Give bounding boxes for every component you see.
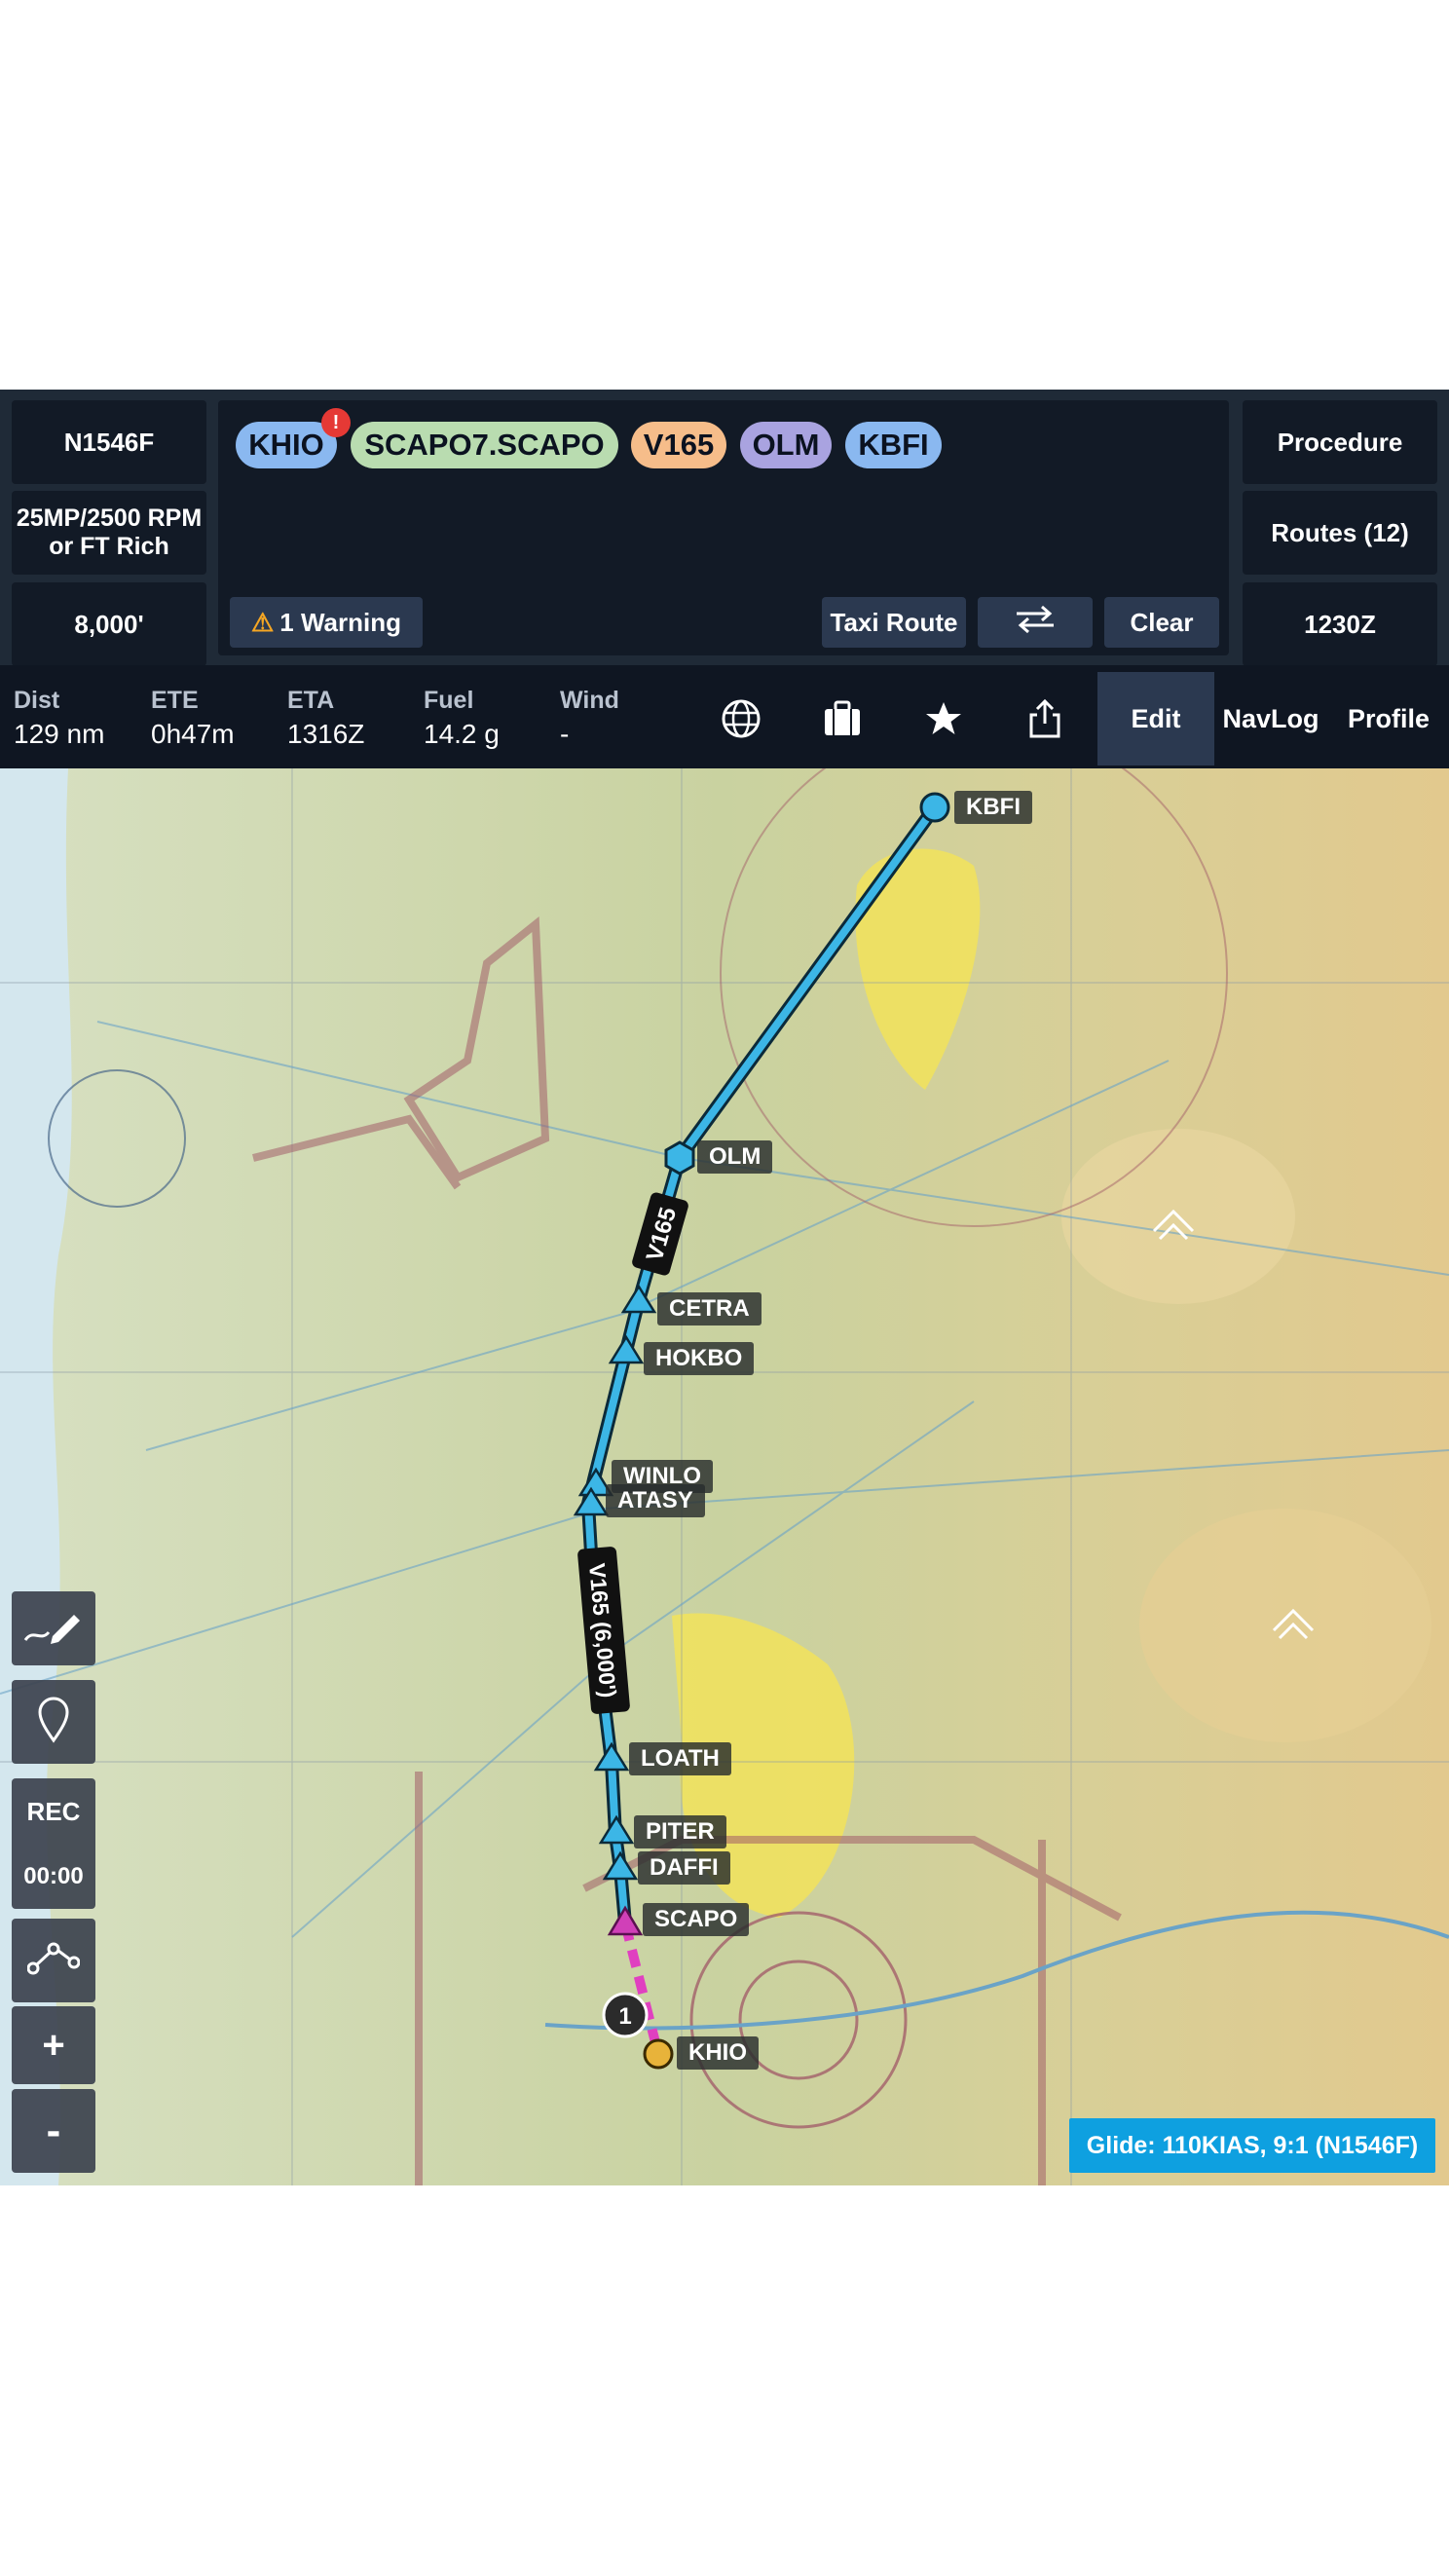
alert-badge: ! <box>321 408 351 437</box>
record-button[interactable]: REC 00:00 <box>12 1778 95 1909</box>
waypoint-label-atasy[interactable]: ATASY <box>606 1484 705 1517</box>
stat-value: 0h47m <box>151 719 235 749</box>
tab-profile[interactable]: Profile <box>1334 672 1443 765</box>
routes-label: Routes (12) <box>1271 517 1409 547</box>
stat-label: Fuel <box>424 687 474 714</box>
star-icon[interactable] <box>916 691 971 746</box>
aircraft-button[interactable]: N1546F <box>12 400 206 484</box>
stat-label: Dist <box>14 687 60 714</box>
route-item-kbfi[interactable]: KBFI <box>845 422 942 468</box>
routes-button[interactable]: Routes (12) <box>1243 491 1437 575</box>
zoom-in-label: + <box>42 2023 65 2067</box>
stat-dist: Dist 129 nm <box>14 687 104 750</box>
briefcase-icon[interactable] <box>815 691 870 746</box>
record-timer: 00:00 <box>23 1863 84 1890</box>
departure-time-label: 1230Z <box>1304 609 1376 639</box>
stat-label: ETA <box>287 687 335 714</box>
zoom-in-button[interactable]: + <box>12 2006 95 2084</box>
waypoint-label-scapo[interactable]: SCAPO <box>643 1903 750 1936</box>
altitude-button[interactable]: 8,000' <box>12 582 206 666</box>
waypoint-label-daffi[interactable]: DAFFI <box>638 1851 730 1885</box>
record-label: REC <box>26 1796 81 1826</box>
route-item-v165[interactable]: V165 <box>631 422 726 468</box>
power-setting-button[interactable]: 25MP/2500 RPM or FT Rich <box>12 491 206 575</box>
stat-value: 1316Z <box>287 719 365 749</box>
globe-icon[interactable] <box>714 691 768 746</box>
airport-symbol-khio <box>643 2038 674 2070</box>
map-canvas: V165 V165 (6,000') 1 <box>0 768 1449 2185</box>
pin-tool-button[interactable] <box>12 1680 95 1764</box>
waypoint-label-cetra[interactable]: CETRA <box>657 1292 762 1325</box>
warning-icon: ⚠ <box>250 607 275 637</box>
stat-eta: ETA 1316Z <box>287 687 364 750</box>
airport-symbol-kbfi <box>919 792 950 823</box>
tab-navlog[interactable]: NavLog <box>1218 672 1323 765</box>
warning-button[interactable]: ⚠ 1 Warning <box>230 597 423 648</box>
stat-value: - <box>560 719 570 749</box>
glide-label: Glide: 110KIAS, 9:1 (N1546F) <box>1086 2131 1419 2159</box>
waypoint-label-kbfi[interactable]: KBFI <box>954 791 1032 824</box>
procedure-button[interactable]: Procedure <box>1243 400 1437 484</box>
pin-icon <box>36 1696 71 1749</box>
stat-label: Wind <box>560 687 619 714</box>
vor-symbol-olm <box>664 1140 695 1176</box>
reverse-route-button[interactable] <box>978 597 1093 648</box>
taxi-route-label: Taxi Route <box>830 607 958 637</box>
route-item-label: KBFI <box>858 428 929 462</box>
glide-status-badge[interactable]: Glide: 110KIAS, 9:1 (N1546F) <box>1069 2118 1435 2173</box>
route-tool-icon <box>26 1941 81 1981</box>
stat-wind: Wind - <box>560 687 619 750</box>
zoom-out-label: - <box>46 2107 61 2154</box>
waypoint-label-khio[interactable]: KHIO <box>677 2036 759 2070</box>
stat-label: ETE <box>151 687 199 714</box>
stat-value: 14.2 g <box>424 719 500 749</box>
stat-fuel: Fuel 14.2 g <box>424 687 500 750</box>
zoom-out-button[interactable]: - <box>12 2089 95 2173</box>
draw-tool-button[interactable] <box>12 1591 95 1665</box>
altitude-label: 8,000' <box>74 609 144 639</box>
waypoint-label-loath[interactable]: LOATH <box>629 1742 731 1775</box>
route-item-label: SCAPO7.SCAPO <box>364 428 605 462</box>
tab-label: Edit <box>1131 703 1181 733</box>
clear-button[interactable]: Clear <box>1104 597 1219 648</box>
waypoint-label-olm[interactable]: OLM <box>697 1140 773 1174</box>
waypoint-label-hokbo[interactable]: HOKBO <box>644 1342 755 1375</box>
sectional-chart-map[interactable]: V165 V165 (6,000') 1 KBFI OLM CETRA HOKB… <box>0 768 1449 2185</box>
aircraft-tail-label: N1546F <box>63 427 155 457</box>
clear-label: Clear <box>1130 607 1194 637</box>
mountain-terrain <box>1139 1509 1431 1742</box>
swap-arrows-icon <box>1013 604 1058 642</box>
route-item-olm[interactable]: OLM <box>740 422 832 468</box>
departure-time-button[interactable]: 1230Z <box>1243 582 1437 666</box>
stat-value: 129 nm <box>14 719 105 749</box>
route-item-label: KHIO <box>248 428 324 462</box>
pencil-icon <box>23 1607 84 1651</box>
numbered-marker-label: 1 <box>618 2003 631 2030</box>
waypoint-label-piter[interactable]: PITER <box>634 1815 726 1848</box>
route-item-label: V165 <box>643 428 715 462</box>
taxi-route-button[interactable]: Taxi Route <box>822 597 966 648</box>
share-icon[interactable] <box>1018 691 1072 746</box>
stat-ete: ETE 0h47m <box>151 687 235 750</box>
procedure-label: Procedure <box>1277 427 1403 457</box>
warning-label: 1 Warning <box>279 607 402 637</box>
route-item-scapo7[interactable]: SCAPO7.SCAPO <box>351 422 618 468</box>
tab-edit[interactable]: Edit <box>1097 672 1214 765</box>
route-tool-button[interactable] <box>12 1919 95 2002</box>
terrain-background <box>0 768 1449 2185</box>
power-setting-label: 25MP/2500 RPM or FT Rich <box>16 504 203 560</box>
tab-label: Profile <box>1347 703 1430 733</box>
route-item-label: OLM <box>752 428 820 462</box>
tab-label: NavLog <box>1222 703 1319 733</box>
